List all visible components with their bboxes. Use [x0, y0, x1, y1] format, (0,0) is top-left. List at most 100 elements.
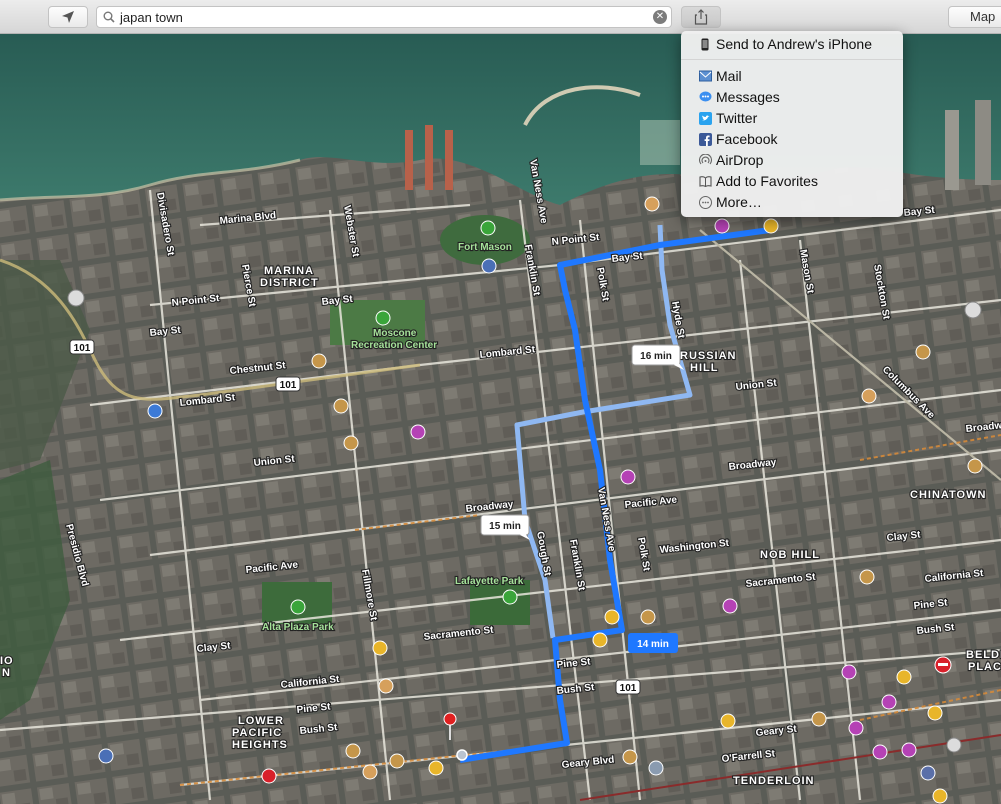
location-arrow-icon	[62, 11, 74, 23]
landmark-icon[interactable]	[946, 737, 962, 753]
restaurant-icon[interactable]	[811, 711, 827, 727]
search-input[interactable]: japan town	[120, 10, 183, 25]
map-view-button[interactable]: Map	[948, 6, 1001, 28]
share-menu: Send to Andrew's iPhone Mail Messages Tw…	[681, 31, 903, 217]
menu-divider	[681, 59, 903, 60]
hotel-icon[interactable]	[872, 744, 888, 760]
search-field[interactable]: japan town ✕	[96, 6, 672, 28]
restaurant-icon[interactable]	[640, 609, 656, 625]
restaurant-icon[interactable]	[345, 743, 361, 759]
menu-item-mail[interactable]: Mail	[698, 66, 742, 86]
shopping-icon[interactable]	[604, 609, 620, 625]
shopping-icon[interactable]	[592, 632, 608, 648]
share-icon	[694, 9, 708, 25]
hotel-icon[interactable]	[714, 218, 730, 234]
highway-shield-101: 101	[69, 339, 95, 355]
restaurant-icon[interactable]	[311, 353, 327, 369]
gas-station-icon[interactable]	[147, 403, 163, 419]
nightlife-icon[interactable]	[901, 742, 917, 758]
landmark-icon[interactable]	[67, 289, 85, 307]
menu-item-messages[interactable]: Messages	[698, 87, 780, 107]
shopping-icon[interactable]	[372, 640, 388, 656]
facebook-icon	[698, 132, 712, 146]
cafe-icon[interactable]	[362, 764, 378, 780]
nightlife-icon[interactable]	[620, 469, 636, 485]
shopping-icon[interactable]	[720, 713, 736, 729]
menu-item-add-to-favorites[interactable]: Add to Favorites	[698, 171, 818, 191]
nightlife-icon[interactable]	[410, 424, 426, 440]
iphone-icon	[698, 37, 712, 51]
district-label: PACIFIC	[232, 727, 282, 739]
menu-item-send-to-iphone[interactable]: Send to Andrew's iPhone	[698, 34, 872, 54]
restaurant-icon[interactable]	[343, 435, 359, 451]
district-label: RUSSIAN	[680, 350, 737, 362]
park-label: Alta Plaza Park	[262, 622, 334, 633]
shopping-icon[interactable]	[763, 218, 779, 234]
share-button[interactable]	[681, 6, 721, 28]
park-tree-icon	[502, 589, 518, 605]
svg-text:14 min: 14 min	[637, 639, 669, 650]
cafe-icon[interactable]	[861, 388, 877, 404]
museum-icon[interactable]	[481, 258, 497, 274]
landmark-icon[interactable]	[964, 301, 982, 319]
district-label: BELDE	[966, 649, 1001, 661]
district-label: NOB HILL	[760, 549, 820, 561]
airdrop-icon	[698, 153, 712, 167]
svg-text:16 min: 16 min	[640, 351, 672, 362]
museum-icon[interactable]	[98, 748, 114, 764]
menu-item-airdrop[interactable]: AirDrop	[698, 150, 763, 170]
twitter-icon	[698, 111, 712, 125]
hotel-icon[interactable]	[848, 720, 864, 736]
district-label: HILL	[690, 362, 718, 374]
shopping-icon[interactable]	[927, 705, 943, 721]
transit-icon[interactable]	[648, 760, 664, 776]
park-label: Fort Mason	[458, 242, 512, 253]
restaurant-icon[interactable]	[967, 458, 983, 474]
park-label: Moscone	[373, 328, 417, 339]
bookmarks-icon	[698, 174, 712, 188]
park-tree-icon	[480, 220, 496, 236]
district-label: LOWER	[238, 715, 284, 727]
cafe-icon[interactable]	[644, 196, 660, 212]
route-time-callout-14min[interactable]: 14 min	[628, 633, 678, 653]
menu-item-twitter[interactable]: Twitter	[698, 108, 757, 128]
park-tree-icon	[290, 599, 306, 615]
toolbar: japan town ✕ Map	[0, 0, 1001, 34]
district-label: IO	[0, 655, 14, 667]
district-label: N	[2, 667, 11, 679]
restaurant-icon[interactable]	[915, 344, 931, 360]
hospital-icon[interactable]	[261, 768, 277, 784]
shopping-icon[interactable]	[932, 788, 948, 804]
menu-item-more[interactable]: More…	[698, 192, 762, 212]
search-icon	[103, 11, 115, 23]
nightlife-icon[interactable]	[881, 694, 897, 710]
restaurant-icon[interactable]	[622, 749, 638, 765]
highway-shield-101: 101	[275, 376, 301, 392]
restaurant-icon[interactable]	[389, 753, 405, 769]
route-start-marker[interactable]	[456, 749, 468, 761]
more-icon	[698, 195, 712, 209]
shopping-icon[interactable]	[428, 760, 444, 776]
district-label: DISTRICT	[260, 277, 319, 289]
shopping-icon[interactable]	[896, 669, 912, 685]
menu-item-facebook[interactable]: Facebook	[698, 129, 777, 149]
nightlife-icon[interactable]	[841, 664, 857, 680]
svg-text:101: 101	[74, 343, 91, 354]
transit-icon[interactable]	[920, 765, 936, 781]
svg-text:101: 101	[280, 380, 297, 391]
clear-search-icon[interactable]: ✕	[653, 10, 667, 24]
district-label: CHINATOWN	[910, 489, 986, 501]
messages-icon	[698, 90, 712, 104]
park-label: Recreation Center	[351, 340, 437, 351]
current-location-button[interactable]	[48, 6, 88, 28]
highway-shield-101: 101	[615, 679, 641, 695]
district-label: PLAC	[968, 661, 1001, 673]
svg-text:15 min: 15 min	[489, 521, 521, 532]
mail-icon	[698, 69, 712, 83]
cafe-icon[interactable]	[378, 678, 394, 694]
svg-text:101: 101	[620, 683, 637, 694]
nightlife-icon[interactable]	[722, 598, 738, 614]
restaurant-icon[interactable]	[859, 569, 875, 585]
district-label: HEIGHTS	[232, 739, 288, 751]
restaurant-icon[interactable]	[333, 398, 349, 414]
